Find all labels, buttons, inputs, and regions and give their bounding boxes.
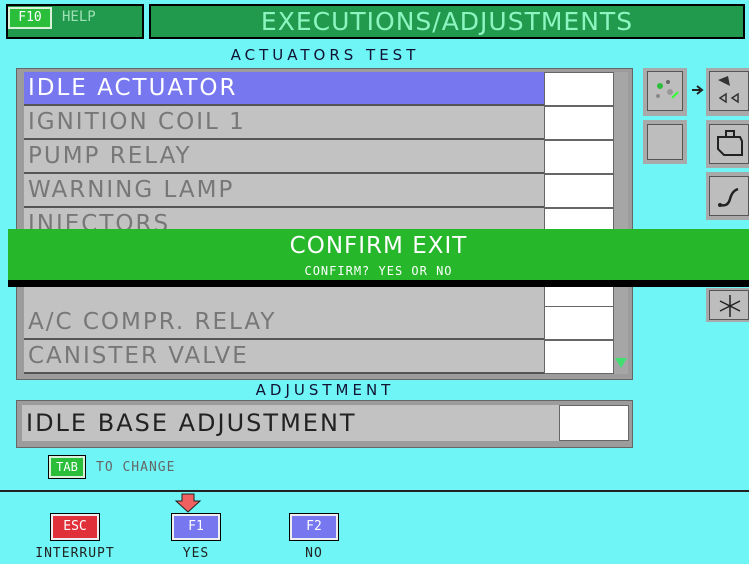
- footer-divider: [0, 490, 749, 492]
- scroll-down-arrow-icon[interactable]: [615, 358, 627, 368]
- tab-key[interactable]: TAB: [49, 456, 85, 478]
- fan-icon[interactable]: [709, 290, 749, 320]
- help-label: HELP: [62, 9, 96, 25]
- wrench-curve-icon[interactable]: [709, 176, 749, 216]
- f10-key[interactable]: F10: [8, 7, 52, 29]
- f2-label: NO: [305, 546, 323, 561]
- scrollbar[interactable]: [614, 72, 628, 374]
- selection-arrow-icon: [174, 493, 202, 513]
- list-item-warning-lamp[interactable]: WARNING LAMP: [24, 174, 544, 208]
- f1-label: YES: [182, 546, 210, 561]
- list-item-idle-base-adjustment[interactable]: IDLE BASE ADJUSTMENT: [22, 405, 559, 441]
- list-item-idle-actuator[interactable]: IDLE ACTUATOR: [24, 72, 544, 106]
- f2-key[interactable]: F2: [290, 514, 338, 540]
- confirm-title: CONFIRM EXIT: [289, 233, 468, 259]
- value-cell: [544, 106, 614, 140]
- value-cell: [544, 72, 614, 106]
- blank-icon[interactable]: [647, 124, 683, 160]
- value-cell: [544, 340, 614, 374]
- value-cell: [544, 174, 614, 208]
- list-item-pump-relay[interactable]: PUMP RELAY: [24, 140, 544, 174]
- actuator-icon[interactable]: [709, 71, 749, 111]
- value-cell: [544, 140, 614, 174]
- list-item-ac-compr-relay[interactable]: A/C COMPR. RELAY: [24, 306, 544, 340]
- confirm-subtitle: CONFIRM? YES OR NO: [304, 264, 453, 278]
- list-item-ignition-coil[interactable]: IGNITION COIL 1: [24, 106, 544, 140]
- f1-key[interactable]: F1: [172, 514, 220, 540]
- adjustment-section-title: ADJUSTMENT: [255, 381, 395, 399]
- arrow-right-icon: [692, 85, 704, 95]
- list-item-canister-valve[interactable]: CANISTER VALVE: [24, 340, 544, 374]
- esc-key[interactable]: ESC: [51, 514, 99, 540]
- actuators-section-title: ACTUATORS TEST: [230, 46, 420, 64]
- page-title: EXECUTIONS/ADJUSTMENTS: [149, 4, 745, 39]
- adjustment-value-cell: [559, 405, 629, 441]
- gear-arrow-icon[interactable]: [647, 71, 683, 111]
- engine-icon[interactable]: [709, 124, 749, 164]
- value-cell: [544, 306, 614, 340]
- esc-label: INTERRUPT: [35, 546, 115, 561]
- tab-hint: TO CHANGE: [96, 460, 176, 475]
